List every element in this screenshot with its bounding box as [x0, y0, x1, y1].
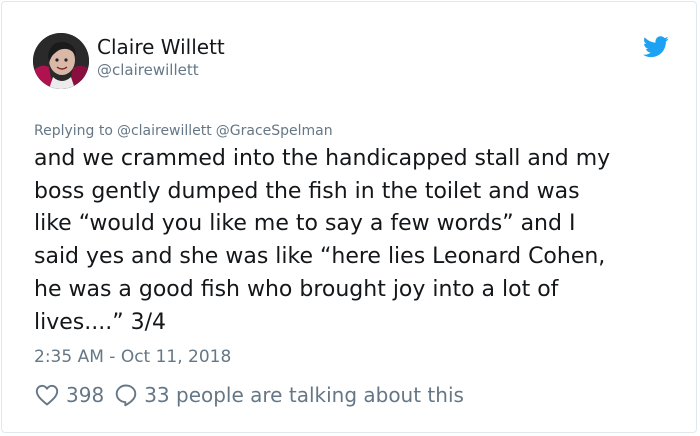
tweet-text-line: like “would you like me to say a few wor… — [34, 211, 576, 237]
author-name[interactable]: Claire Willett — [97, 34, 225, 60]
reply-mention[interactable]: @clairewillett — [117, 123, 212, 139]
replying-to-label: Replying to — [34, 123, 113, 139]
tweet-timestamp[interactable]: 2:35 AM - Oct 11, 2018 — [34, 345, 231, 369]
tweet-text-line: boss gently dumped the fish in the toile… — [34, 178, 580, 204]
tweet-text-line: lives....” 3/4 — [34, 309, 167, 335]
tweet-actions: 398 33 people are talking about this — [35, 380, 464, 410]
tweet-text-line: and we crammed into the handicapped stal… — [34, 146, 611, 171]
heart-icon[interactable] — [35, 384, 59, 406]
replying-to: Replying to @clairewillett @GraceSpelman — [34, 121, 337, 141]
twitter-bird-icon[interactable] — [643, 36, 669, 58]
like-count[interactable]: 398 — [66, 380, 104, 410]
tweet-card: Claire Willett @clairewillett Replying t… — [1, 1, 697, 433]
author-handle[interactable]: @clairewillett — [97, 60, 199, 80]
tweet-text-line: he was a good fish who brought joy into … — [34, 276, 559, 302]
reply-mention[interactable]: @GraceSpelman — [216, 123, 333, 139]
speech-bubble-icon[interactable] — [114, 383, 138, 407]
conversation-link[interactable]: 33 people are talking about this — [144, 380, 464, 410]
tweet-text-line: said yes and she was like “here lies Leo… — [34, 244, 606, 270]
tweet-text: and we crammed into the handicapped stal… — [34, 143, 674, 339]
avatar[interactable] — [33, 33, 89, 89]
avatar-photo — [33, 33, 89, 89]
